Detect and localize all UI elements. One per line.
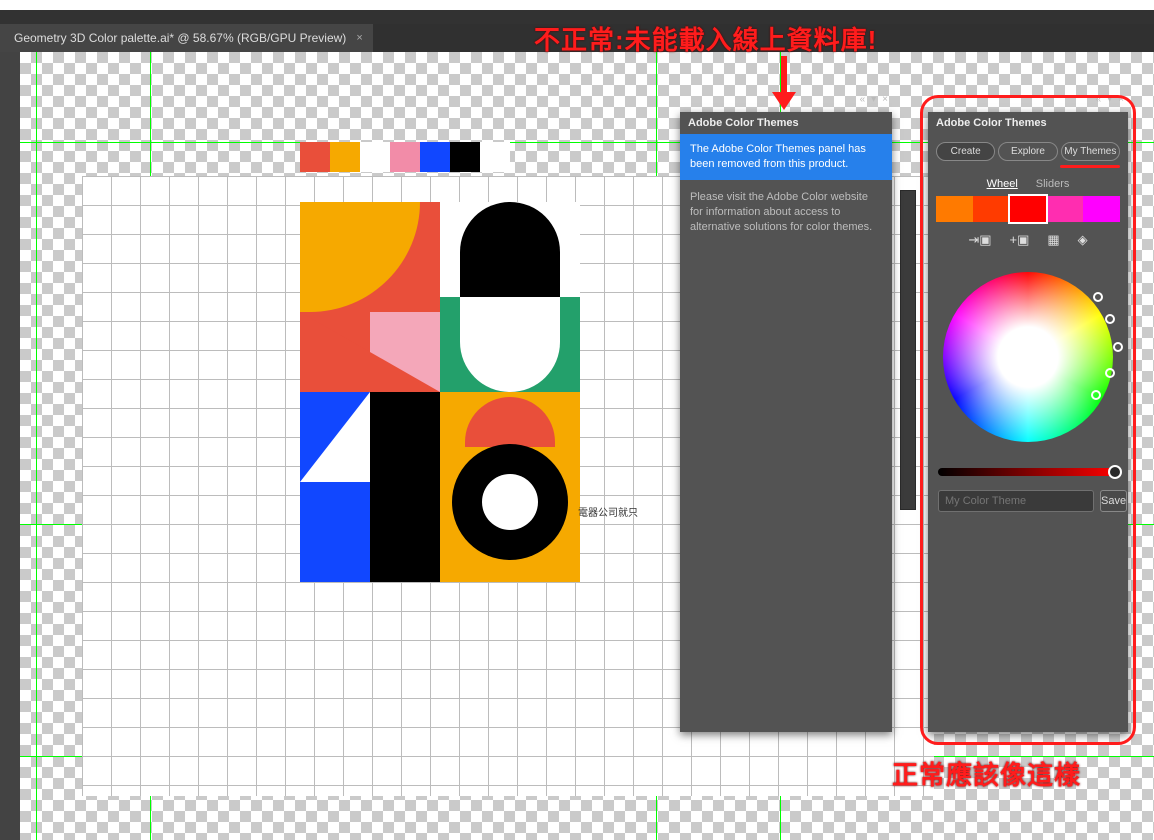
wheel-color-handle[interactable]: [1105, 314, 1115, 324]
save-button[interactable]: Save: [1100, 490, 1127, 512]
artwork[interactable]: [300, 202, 580, 582]
toolbox[interactable]: [0, 52, 20, 840]
annotation-arrow-icon: [775, 56, 793, 112]
wheel-color-handle[interactable]: [1093, 292, 1103, 302]
canvas-caption: 電器公司就只: [578, 504, 638, 519]
tab-create[interactable]: Create: [936, 142, 995, 161]
brightness-slider-knob[interactable]: [1108, 465, 1122, 479]
palette-swatch[interactable]: [420, 142, 450, 172]
wheel-color-handle[interactable]: [1105, 368, 1115, 378]
guide-vertical[interactable]: [36, 52, 37, 840]
palette-swatch[interactable]: [480, 142, 510, 172]
share-icon[interactable]: ◈: [1078, 232, 1088, 248]
document-tab-title: Geometry 3D Color palette.ai* @ 58.67% (…: [14, 31, 346, 45]
mode-tabs: Create Explore My Themes: [928, 134, 1128, 163]
window-chrome-strip: [0, 0, 1154, 10]
theme-tool-row: ⇥▣ +▣ ▦ ◈: [928, 222, 1128, 258]
add-to-swatches-icon[interactable]: ⇥▣: [968, 232, 991, 248]
theme-strip-swatch[interactable]: [1046, 196, 1083, 222]
theme-strip-swatch[interactable]: [936, 196, 973, 222]
panel-menu-icon[interactable]: ▾: [1107, 94, 1112, 105]
tab-explore[interactable]: Explore: [998, 142, 1057, 161]
panel-menu-icon[interactable]: ▾: [871, 94, 876, 105]
panel-collapse-icon[interactable]: «: [860, 94, 866, 105]
editor-subtabs: Wheel Sliders: [928, 168, 1128, 196]
panel-title[interactable]: Adobe Color Themes: [680, 112, 892, 134]
palette-swatch-row: [300, 142, 510, 172]
adobe-color-themes-panel-deprecated: Adobe Color Themes The Adobe Color Theme…: [680, 112, 892, 732]
brightness-slider[interactable]: [938, 468, 1118, 476]
theme-name-input[interactable]: [938, 490, 1094, 512]
adobe-color-themes-panel: Adobe Color Themes Create Explore My The…: [928, 112, 1128, 732]
theme-strip-swatch[interactable]: [973, 196, 1010, 222]
subtab-sliders[interactable]: Sliders: [1036, 178, 1070, 190]
theme-color-strip[interactable]: [936, 196, 1120, 222]
wheel-color-handle[interactable]: [1091, 390, 1101, 400]
palette-swatch[interactable]: [330, 142, 360, 172]
annotation-bottom: 正常應該像這樣: [892, 755, 1081, 792]
panel-collapse-icon[interactable]: «: [1096, 94, 1102, 105]
subtab-wheel[interactable]: Wheel: [987, 178, 1018, 190]
tab-mythemes[interactable]: My Themes: [1061, 142, 1120, 161]
document-tab[interactable]: Geometry 3D Color palette.ai* @ 58.67% (…: [0, 24, 373, 52]
annotation-top: 不正常:未能載入線上資料庫!: [534, 20, 877, 57]
color-wheel[interactable]: [943, 272, 1113, 442]
panel-close-icon[interactable]: ×: [882, 94, 888, 105]
grid-icon[interactable]: ▦: [1047, 232, 1059, 248]
theme-strip-swatch[interactable]: [1010, 196, 1047, 222]
close-tab-icon[interactable]: ×: [356, 32, 362, 44]
deprecation-message: Please visit the Adobe Color website for…: [680, 180, 892, 246]
palette-swatch[interactable]: [300, 142, 330, 172]
panel-title[interactable]: Adobe Color Themes: [928, 112, 1128, 134]
wheel-color-handle[interactable]: [1113, 342, 1123, 352]
add-color-row-icon[interactable]: +▣: [1010, 232, 1030, 248]
palette-swatch[interactable]: [360, 142, 390, 172]
background-panel-peek: [900, 190, 916, 510]
save-row: Save: [928, 482, 1128, 522]
palette-swatch[interactable]: [390, 142, 420, 172]
deprecation-banner: The Adobe Color Themes panel has been re…: [680, 134, 892, 180]
palette-swatch[interactable]: [450, 142, 480, 172]
panel-close-icon[interactable]: ×: [1118, 94, 1124, 105]
theme-strip-swatch[interactable]: [1083, 196, 1120, 222]
